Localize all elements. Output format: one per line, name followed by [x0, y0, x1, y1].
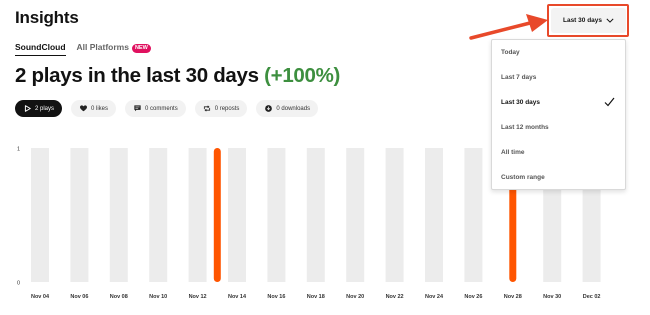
date-option-label: All time — [501, 149, 525, 156]
metric-likes-button[interactable]: 0 likes — [71, 100, 117, 117]
date-option-label: Last 7 days — [501, 74, 537, 81]
plays-headline: 2 plays in the last 30 days (+100%) — [15, 64, 340, 88]
date-option-label: Last 12 months — [501, 124, 549, 131]
metric-plays-button[interactable]: 2 plays — [15, 100, 63, 117]
date-option-today[interactable]: Today — [492, 40, 625, 65]
repost-icon — [203, 105, 211, 113]
headline-text: 2 plays in the last 30 days — [15, 64, 259, 87]
bar-empty — [188, 148, 207, 282]
x-tick-label: Nov 16 — [267, 294, 285, 300]
x-tick-label: Nov 04 — [31, 294, 50, 300]
bar-played — [213, 148, 221, 282]
x-tick-label: Nov 10 — [149, 294, 167, 300]
tab-soundcloud-label: SoundCloud — [15, 42, 66, 52]
bar-empty — [149, 148, 168, 282]
x-tick-label: Nov 30 — [543, 294, 561, 300]
metric-downloads-button[interactable]: 0 downloads — [256, 100, 319, 117]
date-range-label: Last 30 days — [562, 17, 603, 24]
new-badge: NEW — [131, 44, 151, 53]
chevron-down-icon — [606, 18, 614, 23]
date-option-all-time[interactable]: All time — [492, 140, 625, 165]
date-option-label: Last 30 days — [501, 99, 541, 106]
x-tick-label: Nov 06 — [70, 294, 88, 300]
heart-icon — [79, 105, 87, 113]
bar-empty — [228, 148, 246, 282]
metric-comments-button[interactable]: 0 comments — [125, 100, 186, 117]
x-tick-label: Nov 26 — [464, 294, 482, 300]
metric-downloads-label: 0 downloads — [276, 105, 311, 112]
metric-comments-label: 0 comments — [145, 105, 178, 112]
tab-all-platforms-label: All Platforms — [76, 42, 129, 52]
metric-filters: 2 plays 0 likes 0 comments 0 reposts 0 d… — [15, 100, 327, 117]
bar-empty — [346, 148, 365, 282]
date-option-custom-range[interactable]: Custom range — [492, 165, 625, 190]
bar-empty — [306, 148, 325, 282]
bar-empty — [109, 148, 128, 282]
bar-empty — [267, 148, 286, 282]
tab-soundcloud[interactable]: SoundCloud — [15, 42, 66, 56]
tab-all-platforms[interactable]: All Platforms NEW — [77, 42, 151, 56]
x-tick-label: Nov 24 — [425, 294, 444, 300]
x-tick-label: Nov 28 — [504, 294, 522, 300]
bar-empty — [385, 148, 404, 282]
comment-icon — [133, 105, 141, 113]
metric-plays-label: 2 plays — [35, 105, 55, 112]
x-tick-label: Nov 14 — [228, 294, 247, 300]
date-option-last-7-days[interactable]: Last 7 days — [492, 65, 625, 90]
bar-empty — [464, 148, 483, 282]
y-tick-label: 1 — [17, 147, 20, 153]
x-tick-label: Nov 22 — [386, 294, 404, 300]
metric-reposts-label: 0 reposts — [214, 105, 240, 112]
date-range-dropdown: Today Last 7 days Last 30 days Last 12 m… — [491, 39, 626, 190]
date-option-last-12-months[interactable]: Last 12 months — [492, 115, 625, 140]
play-icon — [23, 105, 31, 113]
date-option-last-30-days[interactable]: Last 30 days — [492, 90, 625, 115]
bar-empty — [425, 148, 443, 282]
date-option-label: Custom range — [501, 174, 545, 181]
x-tick-label: Dec 02 — [583, 294, 601, 300]
x-tick-label: Nov 18 — [307, 294, 325, 300]
bar-empty — [31, 148, 49, 282]
download-icon — [264, 105, 272, 113]
date-option-label: Today — [501, 49, 520, 56]
metric-reposts-button[interactable]: 0 reposts — [194, 100, 248, 117]
page-title: Insights — [15, 8, 79, 27]
date-range-button[interactable]: Last 30 days — [551, 8, 626, 33]
metric-likes-label: 0 likes — [91, 105, 109, 112]
x-tick-label: Nov 08 — [110, 294, 128, 300]
headline-delta: (+100%) — [264, 64, 341, 87]
checkmark-icon — [604, 97, 615, 109]
x-tick-label: Nov 20 — [346, 294, 364, 300]
platform-tabs: SoundCloud All Platforms NEW — [15, 42, 162, 56]
y-tick-label: 0 — [17, 281, 20, 287]
annotation-arrow-icon — [469, 14, 548, 40]
bar-empty — [70, 148, 89, 282]
x-tick-label: Nov 12 — [189, 294, 207, 300]
